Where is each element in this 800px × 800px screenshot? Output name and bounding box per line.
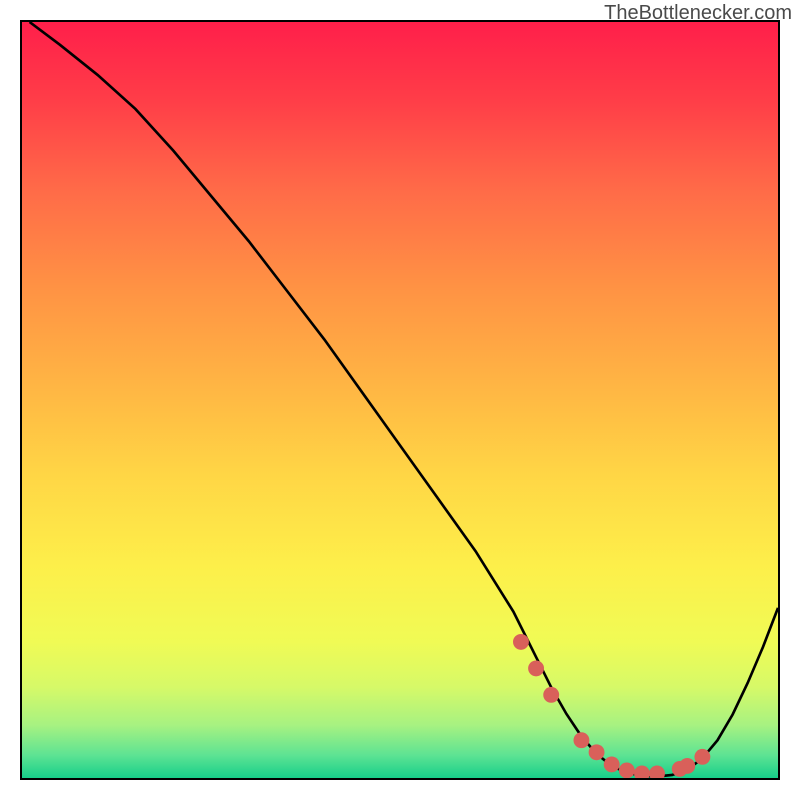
marker-point: [649, 766, 665, 778]
chart-frame: [20, 20, 780, 780]
marker-point: [679, 758, 695, 774]
marker-point: [634, 766, 650, 778]
marker-point: [619, 763, 635, 778]
marker-point: [604, 756, 620, 772]
marker-point: [513, 634, 529, 650]
marker-point: [528, 660, 544, 676]
bottleneck-curve: [30, 22, 778, 776]
highlight-markers: [513, 634, 710, 778]
chart-curve-layer: [22, 22, 778, 778]
marker-point: [694, 749, 710, 765]
watermark-text: TheBottlenecker.com: [604, 2, 792, 25]
marker-point: [574, 732, 590, 748]
marker-point: [589, 744, 605, 760]
marker-point: [543, 687, 559, 703]
